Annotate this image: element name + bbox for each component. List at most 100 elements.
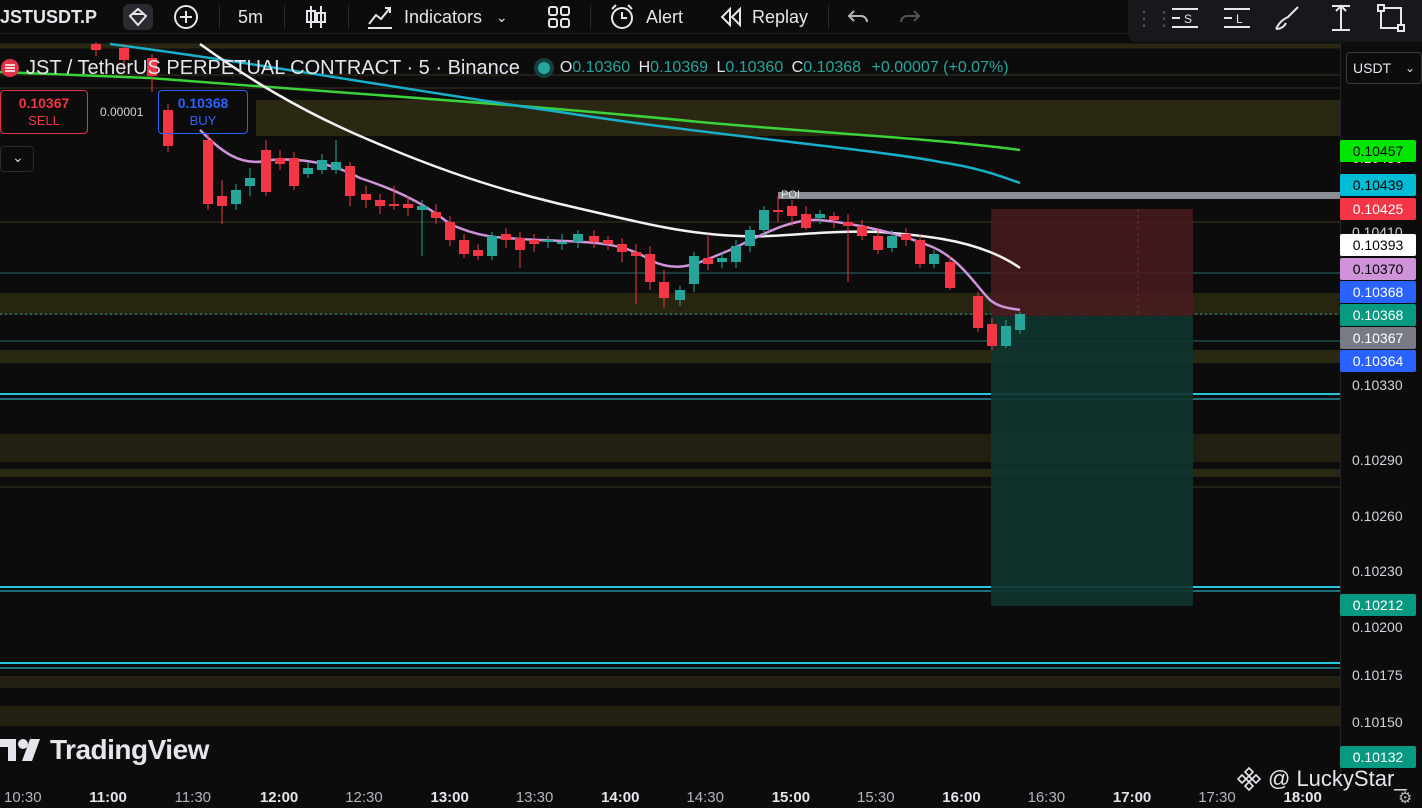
chart-type-button[interactable]: [304, 0, 328, 34]
chevron-down-icon: ⌄: [12, 149, 24, 165]
stop-loss-zone[interactable]: [991, 209, 1193, 316]
price-tick: 0.10230: [1352, 563, 1403, 579]
redo-icon: [900, 10, 921, 23]
candle-body: [431, 212, 441, 218]
chart-canvas[interactable]: POI: [0, 42, 1340, 788]
chevron-down-icon: ⌄: [1404, 61, 1415, 75]
candle-body: [331, 162, 341, 170]
zone-band: [0, 706, 1340, 726]
buy-price: 0.10368: [177, 95, 229, 111]
candle-body: [787, 206, 797, 216]
candle-body: [659, 282, 669, 298]
candle-body: [703, 258, 713, 264]
divider: [284, 5, 285, 29]
indicators-label: Indicators: [404, 6, 483, 27]
candle-body: [459, 240, 469, 254]
candle-body: [689, 256, 699, 284]
brush-icon[interactable]: [1272, 3, 1302, 33]
candle-body: [773, 210, 783, 212]
take-profit-zone[interactable]: [991, 316, 1193, 606]
price-range-icon[interactable]: [1326, 3, 1356, 33]
price-label: 0.10439: [1340, 174, 1416, 196]
rectangle-tool-icon[interactable]: [1376, 3, 1406, 33]
time-tick: 14:00: [601, 789, 640, 806]
time-tick: 16:30: [1027, 789, 1066, 806]
undo-button[interactable]: [846, 0, 870, 34]
alert-label: Alert: [646, 6, 684, 27]
currency-select[interactable]: USDT ⌄: [1346, 52, 1422, 84]
price-label: 0.10364: [1340, 350, 1416, 372]
svg-text:L: L: [1236, 12, 1243, 26]
spread-value: 0.00001: [100, 105, 144, 119]
undo-icon: [847, 10, 868, 23]
candle-body: [589, 236, 599, 242]
compare-button[interactable]: [122, 0, 154, 34]
candle-body: [857, 226, 867, 236]
candle-body: [603, 240, 613, 244]
interval-label: 5m: [238, 6, 264, 27]
candle-body: [231, 190, 241, 204]
binance-logo-icon: [1236, 766, 1262, 792]
price-label: 0.10132: [1340, 746, 1416, 768]
tradingview-wordmark: TradingView: [50, 734, 209, 765]
candle-body: [873, 236, 883, 250]
replay-button[interactable]: Replay: [718, 0, 808, 34]
market-status-icon: [537, 62, 550, 74]
price-label: 0.10212: [1340, 594, 1416, 616]
ma-violet: [199, 129, 1021, 312]
candle-body: [1015, 314, 1025, 330]
symbol-label: JSTUSDT.P: [0, 6, 98, 27]
divider: [590, 5, 591, 29]
price-label: 0.10368: [1340, 281, 1416, 303]
time-tick: 11:30: [174, 789, 212, 806]
candle-body: [843, 222, 853, 226]
candle-body: [901, 234, 911, 240]
candle-body: [417, 206, 427, 210]
long-position-tool-icon[interactable]: L: [1222, 3, 1252, 33]
rewind-icon: [720, 6, 741, 28]
candle-body: [573, 234, 583, 242]
tv-logo-icon: [0, 739, 40, 761]
candle-body: [731, 246, 741, 262]
price-label: 0.10393: [1340, 234, 1416, 256]
candle-body: [515, 238, 525, 250]
drag-handle-icon[interactable]: ⋮⋮: [1134, 6, 1174, 36]
time-tick: 12:30: [345, 789, 383, 806]
price-tick: 0.10200: [1352, 619, 1403, 635]
short-position-tool-icon[interactable]: S: [1170, 3, 1200, 33]
collapse-legend-button[interactable]: ⌄: [0, 146, 34, 172]
candle-body: [543, 240, 553, 242]
settings-gear-icon[interactable]: ⚙: [1398, 788, 1412, 808]
interval-button[interactable]: 5m: [238, 0, 263, 34]
price-tick: 0.10150: [1352, 714, 1403, 730]
buy-button[interactable]: 0.10368 BUY: [158, 90, 248, 134]
add-symbol-button[interactable]: [172, 0, 200, 34]
price-label: 0.10370: [1340, 258, 1416, 280]
symbol-title: JST / TetherUS PERPETUAL CONTRACT · 5 · …: [26, 56, 520, 79]
plus-circle-icon: [174, 5, 198, 29]
candle-body: [973, 296, 983, 328]
time-tick: 13:00: [430, 789, 469, 806]
diamond-icon: [123, 4, 153, 30]
price-label: 0.10457: [1340, 140, 1416, 162]
candle-body: [645, 254, 655, 282]
candle-body: [261, 150, 271, 192]
price-tick: 0.10175: [1352, 667, 1403, 683]
svg-text:S: S: [1184, 12, 1192, 26]
sell-button[interactable]: 0.10367 SELL: [0, 90, 88, 134]
layouts-button[interactable]: [546, 0, 572, 34]
alert-button[interactable]: Alert: [608, 0, 683, 34]
candle-body: [915, 240, 925, 264]
indicators-icon: [368, 7, 392, 29]
candle-body: [745, 230, 755, 246]
price-label: 0.10368: [1340, 304, 1416, 326]
symbol-search[interactable]: JSTUSDT.P: [0, 0, 97, 34]
candle-body: [303, 168, 313, 174]
time-tick: 10:30: [4, 789, 42, 806]
candle-body: [317, 160, 327, 170]
redo-button[interactable]: [898, 0, 922, 34]
candle-body: [403, 204, 413, 208]
alarm-icon: [611, 4, 633, 29]
candle-body: [275, 158, 285, 164]
indicators-button[interactable]: Indicators ⌄: [366, 0, 508, 34]
